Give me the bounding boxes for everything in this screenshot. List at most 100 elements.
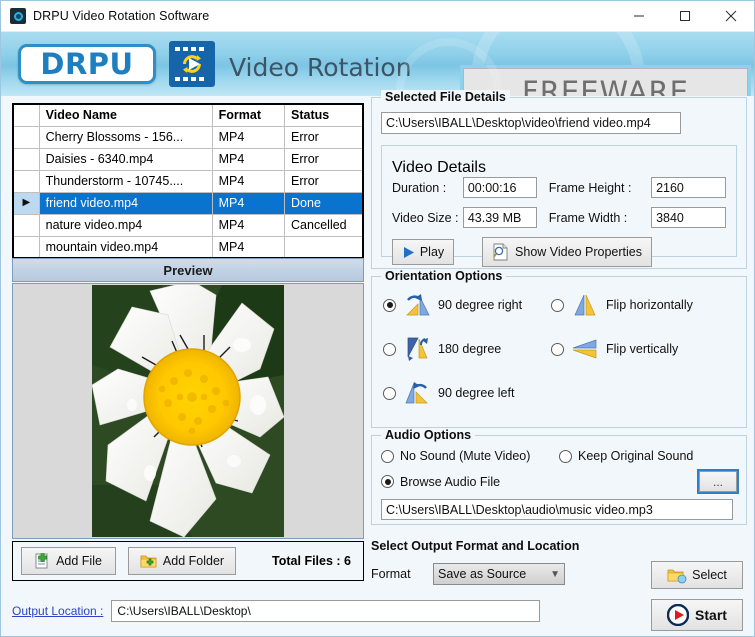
- orientation-option-180[interactable]: 180 degree: [383, 335, 551, 363]
- cell-format: MP4: [211, 147, 286, 171]
- header-banner: DRPU Video Rotation FREEWARE: [1, 32, 754, 96]
- add-file-icon: [35, 553, 48, 569]
- chevron-down-icon: ▼: [550, 568, 560, 580]
- video-action-row: Play Show Video Properties: [392, 237, 726, 267]
- orientation-label-90-right: 90 degree right: [438, 298, 523, 312]
- audio-row-2: Browse Audio File ...: [381, 471, 737, 492]
- frame-width-label: Frame Width :: [548, 210, 628, 225]
- start-play-icon: [667, 604, 690, 626]
- cell-status: Error: [284, 147, 363, 171]
- banner-title: Video Rotation: [229, 53, 412, 82]
- selected-file-details-legend: Selected File Details: [381, 90, 510, 104]
- play-button[interactable]: Play: [392, 239, 454, 265]
- video-rotation-icon: [169, 41, 215, 87]
- column-header-video-name[interactable]: Video Name: [38, 103, 213, 127]
- video-size-input[interactable]: 43.39 MB: [462, 207, 537, 228]
- video-details-group: Video Details Duration : 00:00:16 Frame …: [381, 145, 737, 267]
- radio-flip-horizontally[interactable]: [551, 298, 564, 312]
- add-folder-button[interactable]: Add Folder: [128, 547, 236, 575]
- radio-browse-audio-file[interactable]: [381, 475, 394, 488]
- flip-horizontal-icon: [574, 294, 596, 316]
- row-marker: ▶: [13, 191, 40, 215]
- row-marker: [13, 147, 40, 171]
- table-header-row: Video Name Format Status: [13, 103, 363, 127]
- close-button[interactable]: [708, 1, 754, 32]
- table-row[interactable]: nature video.mp4 MP4 Cancelled: [13, 213, 363, 237]
- selected-file-path-input[interactable]: C:\Users\IBALL\Desktop\video\friend vide…: [381, 112, 681, 134]
- radio-180-degree[interactable]: [383, 342, 396, 356]
- table-row-selected[interactable]: ▶ friend video.mp4 MP4 Done: [13, 191, 363, 215]
- cell-format: MP4: [211, 213, 286, 237]
- radio-keep-original-sound[interactable]: [559, 449, 572, 463]
- select-output-folder-button[interactable]: Select: [651, 561, 743, 589]
- cell-video-name: Cherry Blossoms - 156...: [38, 125, 213, 149]
- output-format-title: Select Output Format and Location: [371, 539, 580, 553]
- frame-height-input[interactable]: 2160: [651, 177, 726, 198]
- minimize-button[interactable]: [616, 1, 662, 32]
- radio-flip-vertically[interactable]: [551, 342, 564, 356]
- title-bar: DRPU Video Rotation Software: [1, 1, 754, 32]
- orientation-options-legend: Orientation Options: [381, 269, 507, 283]
- duration-label: Duration :: [392, 180, 447, 195]
- show-video-properties-button[interactable]: Show Video Properties: [482, 237, 652, 267]
- table-row[interactable]: Daisies - 6340.mp4 MP4 Error: [13, 147, 363, 171]
- radio-no-sound[interactable]: [381, 449, 394, 463]
- orientation-row-2: 180 degree Flip vertically: [383, 335, 737, 363]
- orientation-option-flip-horizontal[interactable]: Flip horizontally: [551, 291, 693, 319]
- cell-video-name: friend video.mp4: [38, 191, 213, 215]
- audio-option-keep-original[interactable]: Keep Original Sound: [559, 449, 737, 463]
- column-header-format[interactable]: Format: [211, 103, 286, 127]
- cell-format: MP4: [211, 169, 286, 193]
- table-row[interactable]: Cherry Blossoms - 156... MP4 Error: [13, 125, 363, 149]
- cell-format: MP4: [211, 125, 286, 149]
- preview-image: [92, 285, 284, 537]
- format-select[interactable]: Save as Source ▼: [433, 563, 565, 585]
- cell-status: Cancelled: [284, 213, 363, 237]
- brand-logo: DRPU: [18, 44, 156, 84]
- rotate-180-icon: [407, 337, 428, 361]
- column-header-status[interactable]: Status: [284, 103, 363, 127]
- orientation-label-180: 180 degree: [438, 342, 502, 356]
- format-select-value: Save as Source: [438, 567, 527, 581]
- audio-option-no-sound[interactable]: No Sound (Mute Video): [381, 449, 559, 463]
- folder-select-icon: [667, 569, 687, 583]
- add-file-button[interactable]: Add File: [21, 547, 116, 575]
- orientation-row-3: 90 degree left: [383, 379, 737, 407]
- orientation-label-90-left: 90 degree left: [438, 386, 515, 400]
- file-list-table[interactable]: Video Name Format Status Cherry Blossoms…: [12, 103, 364, 259]
- output-format-section: Select Output Format and Location Format…: [371, 539, 747, 633]
- orientation-option-90-right[interactable]: 90 degree right: [383, 291, 551, 319]
- cell-status: [284, 235, 363, 259]
- radio-90-degree-left[interactable]: [383, 386, 396, 400]
- select-button-label: Select: [692, 568, 727, 582]
- window-title: DRPU Video Rotation Software: [33, 9, 210, 23]
- app-icon: [10, 8, 26, 24]
- audio-option-browse[interactable]: Browse Audio File: [381, 475, 567, 489]
- start-button[interactable]: Start: [651, 599, 743, 631]
- freeware-badge-text: FREEWARE: [522, 74, 689, 97]
- cell-status: Error: [284, 125, 363, 149]
- audio-path-input[interactable]: C:\Users\IBALL\Desktop\audio\music video…: [381, 499, 733, 520]
- table-row[interactable]: mountain video.mp4 MP4: [13, 235, 363, 259]
- orientation-option-90-left[interactable]: 90 degree left: [383, 379, 551, 407]
- table-row[interactable]: Thunderstorm - 10745.... MP4 Error: [13, 169, 363, 193]
- audio-row-1: No Sound (Mute Video) Keep Original Soun…: [381, 449, 737, 463]
- cell-status: Done: [284, 191, 363, 215]
- output-location-label[interactable]: Output Location :: [12, 604, 103, 618]
- orientation-option-flip-vertical[interactable]: Flip vertically: [551, 335, 678, 363]
- orientation-label-flip-vertical: Flip vertically: [606, 342, 679, 356]
- orientation-row-1: 90 degree right Flip horizontally: [383, 291, 737, 319]
- orientation-options-group: Orientation Options 90 degree right Flip…: [371, 269, 747, 428]
- duration-input[interactable]: 00:00:16: [462, 177, 537, 198]
- start-button-label: Start: [695, 607, 727, 623]
- video-size-row: Video Size : 43.39 MB Frame Width : 3840: [392, 207, 726, 228]
- window-controls: [616, 1, 754, 32]
- application-window: DRPU Video Rotation Software DRPU Video …: [0, 0, 755, 637]
- radio-90-degree-right[interactable]: [383, 298, 396, 312]
- maximize-button[interactable]: [662, 1, 708, 32]
- preview-area: [12, 283, 364, 539]
- browse-audio-button[interactable]: ...: [699, 471, 737, 492]
- row-marker: [13, 235, 40, 259]
- frame-width-input[interactable]: 3840: [651, 207, 726, 228]
- cell-video-name: mountain video.mp4: [38, 235, 213, 259]
